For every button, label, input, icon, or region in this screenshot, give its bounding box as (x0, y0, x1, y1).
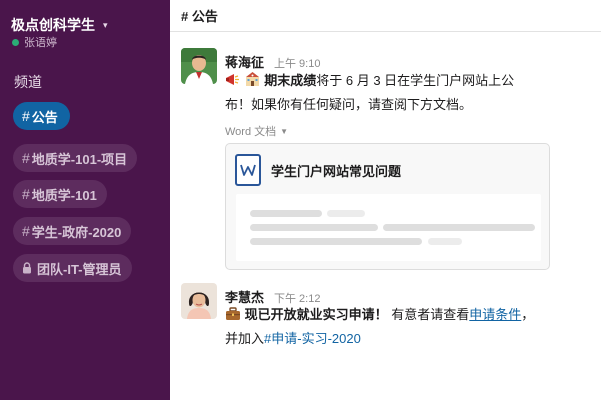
school-icon (244, 72, 261, 94)
preview-line (250, 210, 322, 217)
sidebar: 极点创科学生 ▾ 张语婷 频道 # 公告 # 地质学-101-项目 # 地质学-… (0, 0, 170, 400)
channel-header: # 公告 (170, 0, 601, 32)
message-text-line2: 布！如果你有任何疑问，请查阅下方文档。 (225, 97, 473, 112)
presence-dot-icon (12, 38, 19, 46)
workspace-name: 极点创科学生 (11, 17, 95, 33)
channel-label: 地质学-101-项目 (31, 151, 128, 167)
sidebar-channel-announcements[interactable]: # 公告 (13, 102, 70, 130)
channel-header-title[interactable]: # 公告 (181, 6, 218, 25)
sidebar-channel-geology-101-project[interactable]: # 地质学-101-项目 (13, 144, 138, 172)
chevron-down-icon: ▾ (103, 19, 108, 30)
requirements-link[interactable]: 申请条件 (469, 307, 521, 322)
avatar[interactable] (181, 283, 217, 319)
sidebar-channel-geology-101[interactable]: # 地质学-101 (13, 180, 107, 208)
file-preview[interactable] (236, 194, 541, 261)
preview-line (250, 224, 378, 231)
main-panel: # 公告 蒋海征 上午 9:10 期末成绩将于 6 月 3 日在学生门户网站上公… (170, 0, 601, 400)
lock-icon (22, 262, 32, 274)
file-attachment-card[interactable]: 学生门户网站常见问题 (225, 143, 550, 270)
caret-down-icon: ▼ (280, 126, 289, 136)
current-user[interactable]: 张语婷 (12, 34, 57, 50)
message-text-line2: 并加入 (225, 331, 265, 346)
hash-icon: # (22, 186, 30, 202)
preview-line (428, 238, 462, 245)
channel-mention-link[interactable]: #申请-实习-2020 (264, 331, 361, 346)
message-text-line1: 将于 6 月 3 日在学生门户网站上公 (316, 73, 515, 88)
channel-label: 团队-IT-管理员 (37, 261, 122, 277)
message-author[interactable]: 蒋海征 (225, 52, 264, 71)
channel-label: 公告 (31, 109, 58, 125)
preview-line (250, 238, 422, 245)
preview-line (327, 210, 365, 217)
file-type-toggle[interactable]: Word 文档 ▼ (225, 123, 288, 139)
hash-icon: # (22, 223, 30, 239)
channel-label: 地质学-101 (31, 187, 97, 203)
message-text-line1: 有意者请查看 (391, 307, 470, 322)
hash-icon: # (22, 108, 30, 124)
user-name: 张语婷 (24, 37, 57, 49)
sidebar-channel-team-it-admin[interactable]: 团队-IT-管理员 (13, 254, 132, 282)
hash-icon: # (22, 150, 30, 166)
message-body: 现已开放就业实习申请！ 有意者请查看申请条件， 并加入#申请-实习-2020 (225, 304, 595, 350)
workspace-switcher[interactable]: 极点创科学生 ▾ (11, 15, 108, 35)
message-text-punct: ， (521, 307, 535, 322)
message-timestamp[interactable]: 上午 9:10 (274, 55, 320, 71)
preview-line (383, 224, 535, 231)
channels-section-title[interactable]: 频道 (14, 72, 42, 92)
message-bold-text: 现已开放就业实习申请！ (244, 307, 388, 322)
avatar[interactable] (181, 48, 217, 84)
word-document-icon (235, 154, 261, 186)
message-body: 期末成绩将于 6 月 3 日在学生门户网站上公 布！如果你有任何疑问，请查阅下方… (225, 70, 595, 116)
message-bold-text: 期末成绩 (264, 73, 317, 88)
megaphone-icon (225, 72, 240, 94)
sidebar-channel-student-gov-2020[interactable]: # 学生-政府-2020 (13, 217, 132, 245)
channel-label: 学生-政府-2020 (31, 224, 122, 240)
file-type-label: Word 文档 (225, 126, 277, 138)
briefcase-icon (225, 306, 241, 328)
file-title[interactable]: 学生门户网站常见问题 (271, 161, 401, 180)
